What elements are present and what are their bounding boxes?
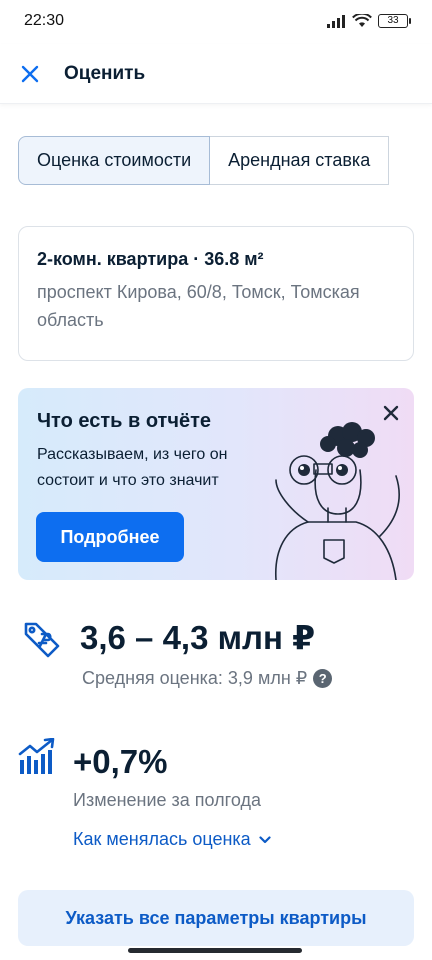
signal-icon <box>327 15 345 28</box>
estimate-history-label: Как менялась оценка <box>73 829 251 849</box>
home-indicator <box>128 948 302 953</box>
close-icon[interactable] <box>382 404 400 422</box>
wifi-icon <box>352 14 372 27</box>
change-caption: Изменение за полгода <box>73 790 261 810</box>
promo-text: Рассказываем, из чего он состоит и что э… <box>37 446 228 489</box>
status-bar: 22:30 33 <box>0 0 432 42</box>
average-estimate-row: Средняя оценка: 3,9 млн ₽ ? <box>82 668 333 689</box>
person-with-binoculars-illustration <box>275 422 400 580</box>
property-title: 2-комн. квартира · 36.8 м² <box>37 249 264 269</box>
set-all-parameters-button[interactable]: Указать все параметры квартиры <box>18 890 414 946</box>
help-icon[interactable]: ? <box>313 669 333 688</box>
chevron-down-icon <box>259 835 271 843</box>
estimate-history-link[interactable]: Как менялась оценка <box>73 829 271 850</box>
battery-icon: 33 <box>378 14 411 28</box>
close-icon[interactable] <box>20 64 40 84</box>
tab-price-estimate[interactable]: Оценка стоимости <box>18 136 211 185</box>
report-promo-banner: Что есть в отчёте Рассказываем, из чего … <box>18 388 414 580</box>
page-title: Оценить <box>64 62 146 84</box>
header: Оценить <box>0 44 432 104</box>
segmented-tabs: Оценка стоимости Арендная ставка <box>18 136 390 185</box>
growth-chart-icon <box>18 738 55 774</box>
price-range: 3,6 – 4,3 млн ₽ <box>80 619 316 656</box>
change-value: +0,7% <box>73 743 168 780</box>
status-icons: 33 <box>326 14 411 28</box>
price-tag-icon <box>24 622 60 658</box>
promo-title: Что есть в отчёте <box>37 410 212 432</box>
average-estimate: Средняя оценка: 3,9 млн ₽ <box>82 668 308 688</box>
property-address: проспект Кирова, 60/8, Томск, Томская об… <box>37 282 360 330</box>
more-details-button[interactable]: Подробнее <box>36 512 184 562</box>
property-card: 2-комн. квартира · 36.8 м² проспект Киро… <box>18 226 414 361</box>
status-time: 22:30 <box>24 12 65 29</box>
tab-rental-rate[interactable]: Арендная ставка <box>210 136 390 185</box>
